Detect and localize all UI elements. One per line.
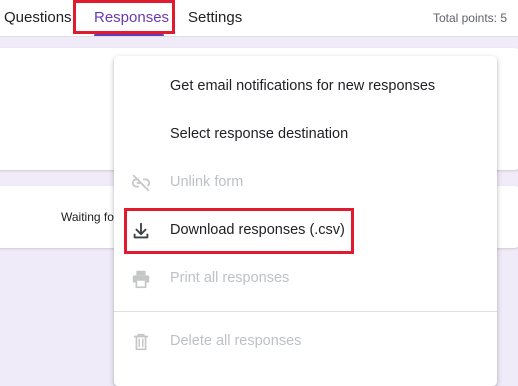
download-highlight-box bbox=[124, 208, 354, 254]
tab-settings[interactable]: Settings bbox=[188, 9, 242, 26]
menu-item-label: Delete all responses bbox=[170, 333, 302, 349]
link-off-icon bbox=[130, 172, 152, 194]
menu-item-label: Unlink form bbox=[170, 174, 244, 190]
menu-item-delete-all: Delete all responses bbox=[114, 320, 497, 364]
trash-icon bbox=[130, 331, 152, 353]
menu-item-print-all: Print all responses bbox=[114, 257, 497, 301]
menu-divider bbox=[114, 311, 497, 312]
menu-item-select-destination[interactable]: Select response destination bbox=[114, 113, 497, 157]
menu-item-label: Print all responses bbox=[170, 270, 290, 286]
total-points-label: Total points: 5 bbox=[432, 11, 507, 25]
responses-tab-highlight-box bbox=[73, 0, 175, 34]
menu-item-email-notifications[interactable]: Get email notifications for new response… bbox=[114, 65, 497, 109]
menu-item-label: Get email notifications for new response… bbox=[170, 78, 436, 94]
tab-questions[interactable]: Questions bbox=[4, 9, 72, 26]
menu-item-label: Select response destination bbox=[170, 126, 349, 142]
menu-item-unlink-form: Unlink form bbox=[114, 161, 497, 205]
waiting-text: Waiting fo bbox=[61, 210, 114, 224]
print-icon bbox=[130, 268, 152, 290]
